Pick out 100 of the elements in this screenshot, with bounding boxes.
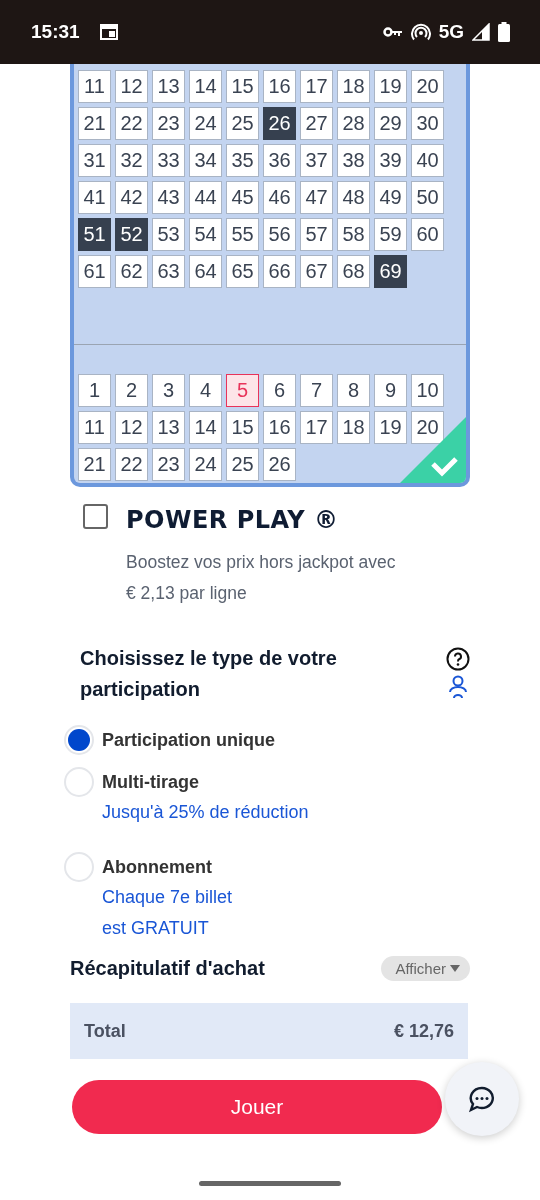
number-cell[interactable]: 1 — [78, 374, 111, 407]
number-cell[interactable]: 11 — [78, 70, 111, 103]
number-cell[interactable]: 57 — [300, 218, 333, 251]
number-cell[interactable]: 25 — [226, 107, 259, 140]
number-cell[interactable]: 7 — [300, 374, 333, 407]
number-cell[interactable]: 36 — [263, 144, 296, 177]
number-cell[interactable]: 13 — [152, 411, 185, 444]
number-cell[interactable]: 60 — [411, 218, 444, 251]
number-cell[interactable]: 10 — [411, 374, 444, 407]
number-cell[interactable]: 48 — [337, 181, 370, 214]
number-cell[interactable]: 24 — [189, 448, 222, 481]
number-cell[interactable]: 44 — [189, 181, 222, 214]
number-cell[interactable]: 19 — [374, 411, 407, 444]
number-cell[interactable]: 26 — [263, 107, 296, 140]
number-cell[interactable]: 8 — [337, 374, 370, 407]
number-cell[interactable]: 56 — [263, 218, 296, 251]
number-cell[interactable]: 42 — [115, 181, 148, 214]
number-cell[interactable]: 64 — [189, 255, 222, 288]
number-cell[interactable]: 16 — [263, 70, 296, 103]
number-cell[interactable]: 43 — [152, 181, 185, 214]
number-cell[interactable]: 41 — [78, 181, 111, 214]
number-cell[interactable]: 45 — [226, 181, 259, 214]
number-cell[interactable]: 19 — [374, 70, 407, 103]
radio-button[interactable] — [64, 725, 94, 755]
number-cell[interactable]: 22 — [115, 448, 148, 481]
number-cell[interactable]: 31 — [78, 144, 111, 177]
number-cell[interactable]: 14 — [189, 70, 222, 103]
number-cell[interactable]: 21 — [78, 107, 111, 140]
number-cell[interactable]: 59 — [374, 218, 407, 251]
number-cell[interactable]: 26 — [263, 448, 296, 481]
number-cell[interactable]: 32 — [115, 144, 148, 177]
number-cell[interactable]: 6 — [263, 374, 296, 407]
number-cell[interactable]: 13 — [152, 70, 185, 103]
number-cell[interactable]: 34 — [189, 144, 222, 177]
number-cell[interactable]: 65 — [226, 255, 259, 288]
option-label: Participation unique — [102, 729, 275, 752]
number-cell[interactable]: 55 — [226, 218, 259, 251]
power-play-title: POWER PLAY ® — [126, 506, 340, 534]
number-cell[interactable]: 53 — [152, 218, 185, 251]
number-cell[interactable]: 46 — [263, 181, 296, 214]
number-cell[interactable]: 38 — [337, 144, 370, 177]
number-cell[interactable]: 9 — [374, 374, 407, 407]
number-cell[interactable]: 40 — [411, 144, 444, 177]
chat-button[interactable] — [445, 1062, 519, 1136]
number-cell[interactable]: 14 — [189, 411, 222, 444]
number-cell[interactable]: 52 — [115, 218, 148, 251]
number-cell[interactable]: 63 — [152, 255, 185, 288]
number-cell[interactable]: 12 — [115, 70, 148, 103]
checkbox[interactable] — [83, 504, 108, 529]
number-cell[interactable]: 62 — [115, 255, 148, 288]
number-cell[interactable]: 17 — [300, 70, 333, 103]
number-cell[interactable]: 68 — [337, 255, 370, 288]
number-cell[interactable]: 69 — [374, 255, 407, 288]
number-cell[interactable]: 58 — [337, 218, 370, 251]
number-cell[interactable]: 15 — [226, 411, 259, 444]
number-cell[interactable]: 22 — [115, 107, 148, 140]
number-cell[interactable]: 39 — [374, 144, 407, 177]
signal-icon — [472, 23, 490, 41]
number-cell[interactable]: 11 — [78, 411, 111, 444]
number-cell[interactable]: 28 — [337, 107, 370, 140]
summary-title: Récapitulatif d'achat — [70, 957, 265, 980]
play-button[interactable]: Jouer — [72, 1080, 442, 1134]
radio-button[interactable] — [64, 767, 94, 797]
number-cell[interactable]: 51 — [78, 218, 111, 251]
caret-icon — [450, 964, 460, 973]
number-cell[interactable]: 21 — [78, 448, 111, 481]
number-cell[interactable]: 33 — [152, 144, 185, 177]
number-cell[interactable]: 37 — [300, 144, 333, 177]
number-cell[interactable]: 30 — [411, 107, 444, 140]
number-cell[interactable]: 15 — [226, 70, 259, 103]
number-cell[interactable]: 54 — [189, 218, 222, 251]
number-cell[interactable]: 67 — [300, 255, 333, 288]
number-cell[interactable]: 20 — [411, 70, 444, 103]
number-cell[interactable]: 12 — [115, 411, 148, 444]
number-cell[interactable]: 23 — [152, 107, 185, 140]
number-cell[interactable]: 25 — [226, 448, 259, 481]
number-cell[interactable]: 61 — [78, 255, 111, 288]
radio-button[interactable] — [64, 852, 94, 882]
number-cell[interactable]: 49 — [374, 181, 407, 214]
number-cell[interactable]: 66 — [263, 255, 296, 288]
show-toggle[interactable]: Afficher — [381, 956, 470, 981]
number-cell[interactable]: 29 — [374, 107, 407, 140]
number-cell[interactable]: 4 — [189, 374, 222, 407]
total-value: € 12,76 — [393, 1020, 454, 1042]
number-cell[interactable]: 50 — [411, 181, 444, 214]
number-cell[interactable]: 47 — [300, 181, 333, 214]
number-cell[interactable]: 3 — [152, 374, 185, 407]
number-cell[interactable]: 16 — [263, 411, 296, 444]
number-cell[interactable]: 27 — [300, 107, 333, 140]
number-cell[interactable]: 20 — [411, 411, 444, 444]
number-cell[interactable]: 24 — [189, 107, 222, 140]
number-cell[interactable]: 18 — [337, 70, 370, 103]
person-icon[interactable] — [449, 675, 467, 699]
help-icon[interactable] — [446, 647, 470, 671]
number-cell[interactable]: 23 — [152, 448, 185, 481]
number-cell[interactable]: 18 — [337, 411, 370, 444]
number-cell[interactable]: 35 — [226, 144, 259, 177]
number-cell[interactable]: 2 — [115, 374, 148, 407]
battery-icon — [498, 22, 510, 42]
number-cell[interactable]: 17 — [300, 411, 333, 444]
